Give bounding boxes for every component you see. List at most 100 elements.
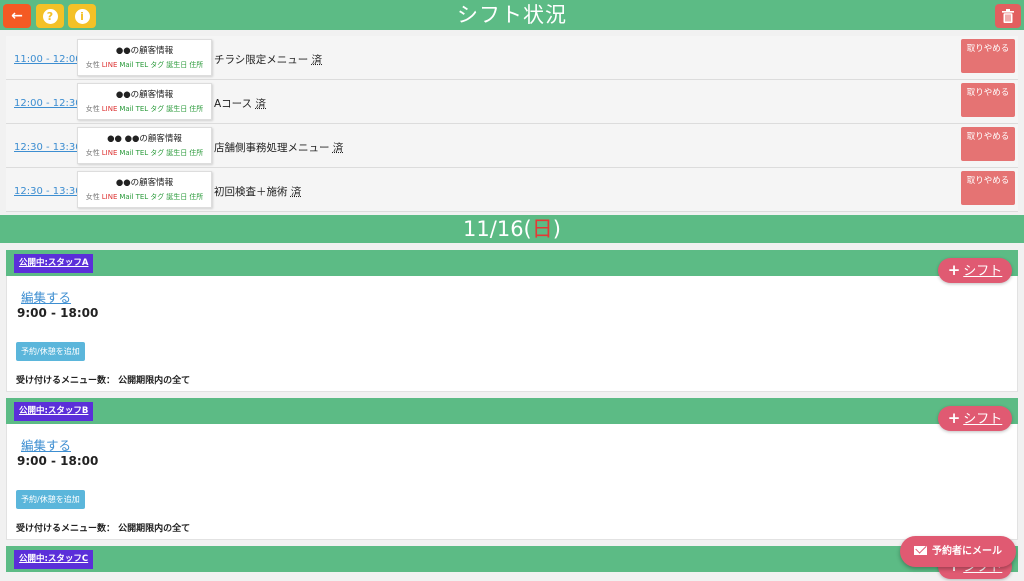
customer-info-card[interactable]: ●● ●●の顧客情報 女性 LINE Mail TEL タグ 誕生日 住所	[77, 127, 212, 164]
menu-name: 店舗側事務処理メニュー	[214, 142, 330, 154]
customer-tags: 女性 LINE Mail TEL タグ 誕生日 住所	[78, 60, 211, 70]
tag-mail: Mail	[119, 61, 134, 69]
tag-mail: Mail	[119, 149, 134, 157]
tag-birthday: 誕生日	[166, 105, 188, 113]
cancel-button[interactable]: 取りやめる	[961, 171, 1015, 205]
cancel-button[interactable]: 取りやめる	[961, 83, 1015, 117]
reservation-row: 12:30 - 13:30 ●● ●●の顧客情報 女性 LINE Mail TEL タグ…	[6, 124, 1018, 168]
status-badge: 済	[311, 54, 323, 66]
customer-tags: 女性 LINE Mail TEL タグ 誕生日 住所	[78, 192, 211, 202]
cancel-button[interactable]: 取りやめる	[961, 127, 1015, 161]
menu-count: 受け付けるメニュー数： 公開期限内の全て	[16, 376, 191, 386]
reservation-time-link[interactable]: 12:00 - 12:30	[14, 98, 82, 109]
staff-badge[interactable]: 公開中:スタッフA	[14, 254, 94, 273]
reservation-time-link[interactable]: 12:30 - 13:30	[14, 142, 82, 153]
tag-line: LINE	[101, 61, 118, 69]
customer-name: ●●の顧客情報	[115, 90, 174, 100]
customer-tags: 女性 LINE Mail TEL タグ 誕生日 住所	[78, 148, 211, 158]
reservation-menu: チラシ限定メニュー 済	[214, 52, 322, 67]
reservation-menu: 店舗側事務処理メニュー 済	[214, 140, 343, 155]
menu-count: 受け付けるメニュー数： 公開期限内の全て	[16, 524, 191, 534]
reservation-time-link[interactable]: 12:30 - 13:30	[14, 186, 82, 197]
tag-mail: Mail	[119, 105, 134, 113]
customer-tags: 女性 LINE Mail TEL タグ 誕生日 住所	[78, 104, 211, 114]
tag-tag: タグ	[150, 149, 165, 157]
customer-info-card[interactable]: ●●の顧客情報 女性 LINE Mail TEL タグ 誕生日 住所	[77, 171, 212, 208]
mail-button-label: 予約者にメール	[932, 546, 1002, 557]
edit-link[interactable]: 編集する	[21, 287, 71, 306]
staff-section: 公開中:スタッフA + シフト 編集する 9:00 - 18:00 予約/休憩を追…	[6, 250, 1018, 392]
tag-line: LINE	[101, 149, 118, 157]
tag-tag: タグ	[150, 61, 165, 69]
edit-link[interactable]: 編集する	[21, 435, 71, 454]
tag-line: LINE	[101, 105, 118, 113]
delete-button[interactable]	[995, 4, 1021, 28]
shift-hours: 9:00 - 18:00	[17, 306, 99, 320]
cancel-button[interactable]: 取りやめる	[961, 39, 1015, 73]
shift-hours: 9:00 - 18:00	[17, 454, 99, 468]
mail-customers-button[interactable]: 予約者にメール	[900, 536, 1016, 567]
staff-badge[interactable]: 公開中:スタッフC	[14, 550, 94, 569]
tag-tel: TEL	[135, 105, 149, 113]
reservation-menu: 初回検査＋施術 済	[214, 184, 301, 199]
header-bar: ← ? i シフト状況	[0, 0, 1024, 30]
status-badge: 済	[290, 186, 302, 198]
customer-name: ●● ●●の顧客情報	[107, 134, 182, 144]
staff-header: 公開中:スタッフA + シフト	[6, 250, 1018, 283]
date-prefix: 11/16(	[463, 217, 532, 241]
tag-gender: 女性	[85, 61, 100, 69]
reservation-row: 12:00 - 12:30 ●●の顧客情報 女性 LINE Mail TEL タグ 誕生日…	[6, 80, 1018, 124]
date-weekday: 日	[531, 217, 553, 241]
tag-gender: 女性	[85, 105, 100, 113]
add-reservation-button[interactable]: 予約/休憩を追加	[16, 342, 85, 361]
tag-tel: TEL	[135, 149, 149, 157]
page-title: シフト状況	[457, 3, 567, 27]
reservation-menu: Aコース 済	[214, 96, 266, 111]
staff-section: 公開中:スタッフB + シフト 編集する 9:00 - 18:00 予約/休憩を追…	[6, 398, 1018, 540]
tag-address: 住所	[189, 149, 204, 157]
status-badge: 済	[332, 142, 344, 154]
staff-header: 公開中:スタッフB + シフト	[6, 398, 1018, 431]
staff-header: 公開中:スタッフC +シフト	[6, 546, 1018, 579]
tag-mail: Mail	[119, 193, 134, 201]
add-shift-label: シフト	[963, 412, 1003, 427]
customer-info-card[interactable]: ●●の顧客情報 女性 LINE Mail TEL タグ 誕生日 住所	[77, 83, 212, 120]
add-shift-button[interactable]: +シフト	[938, 258, 1012, 283]
plus-icon: +	[947, 261, 961, 279]
tag-birthday: 誕生日	[166, 193, 188, 201]
customer-name: ●●の顧客情報	[115, 46, 174, 56]
tag-address: 住所	[189, 61, 204, 69]
add-shift-label: シフト	[963, 264, 1003, 279]
reservation-time-link[interactable]: 11:00 - 12:00	[14, 54, 82, 65]
reservation-row: 12:30 - 13:30 ●●の顧客情報 女性 LINE Mail TEL タグ 誕生日…	[6, 168, 1018, 212]
tag-tel: TEL	[135, 193, 149, 201]
menu-name: 初回検査＋施術	[214, 186, 288, 198]
staff-section: 公開中:スタッフC +シフト	[6, 546, 1018, 581]
customer-name: ●●の顧客情報	[115, 178, 174, 188]
reservation-row: 11:00 - 12:00 ●●の顧客情報 女性 LINE Mail TEL タグ 誕生日…	[6, 36, 1018, 80]
tag-gender: 女性	[85, 193, 100, 201]
tag-tel: TEL	[135, 61, 149, 69]
plus-icon: +	[947, 409, 961, 427]
tag-line: LINE	[101, 193, 118, 201]
staff-body: 編集する 9:00 - 18:00 予約/休憩を追加 受け付けるメニュー数： 公…	[6, 276, 1018, 392]
tag-tag: タグ	[150, 193, 165, 201]
customer-info-card[interactable]: ●●の顧客情報 女性 LINE Mail TEL タグ 誕生日 住所	[77, 39, 212, 76]
add-reservation-button[interactable]: 予約/休憩を追加	[16, 490, 85, 509]
tag-address: 住所	[189, 105, 204, 113]
date-header: 11/16(日)	[0, 215, 1024, 243]
tag-birthday: 誕生日	[166, 61, 188, 69]
trash-icon	[1002, 9, 1014, 23]
tag-gender: 女性	[85, 149, 100, 157]
reservation-list: 11:00 - 12:00 ●●の顧客情報 女性 LINE Mail TEL タグ 誕生日…	[6, 36, 1018, 212]
menu-name: チラシ限定メニュー	[214, 54, 309, 66]
staff-badge[interactable]: 公開中:スタッフB	[14, 402, 94, 421]
date-suffix: )	[552, 217, 561, 241]
mail-icon	[914, 546, 927, 555]
staff-body: 編集する 9:00 - 18:00 予約/休憩を追加 受け付けるメニュー数： 公…	[6, 424, 1018, 540]
tag-address: 住所	[189, 193, 204, 201]
status-badge: 済	[255, 98, 267, 110]
tag-tag: タグ	[150, 105, 165, 113]
tag-birthday: 誕生日	[166, 149, 188, 157]
add-shift-button[interactable]: +シフト	[938, 406, 1012, 431]
